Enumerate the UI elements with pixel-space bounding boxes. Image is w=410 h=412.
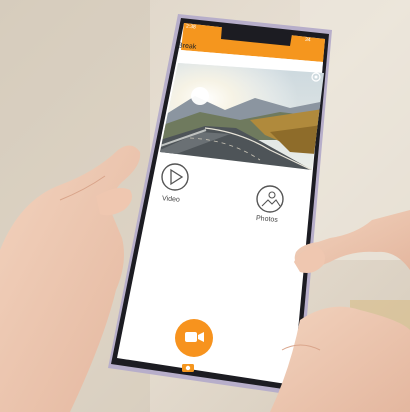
status-time: 2:38 (185, 23, 197, 31)
video-camera-icon (185, 332, 204, 342)
photo-scene (0, 0, 410, 412)
camera-icon[interactable] (182, 364, 194, 372)
back-button[interactable]: Break (178, 42, 197, 51)
record-button[interactable] (175, 319, 213, 357)
status-battery: 34 (304, 36, 311, 44)
phone-photo: 2:38 34 Break YI-Q28-WiFi-8e15* Video Ph… (0, 0, 410, 412)
video-label[interactable]: Video (162, 195, 180, 204)
